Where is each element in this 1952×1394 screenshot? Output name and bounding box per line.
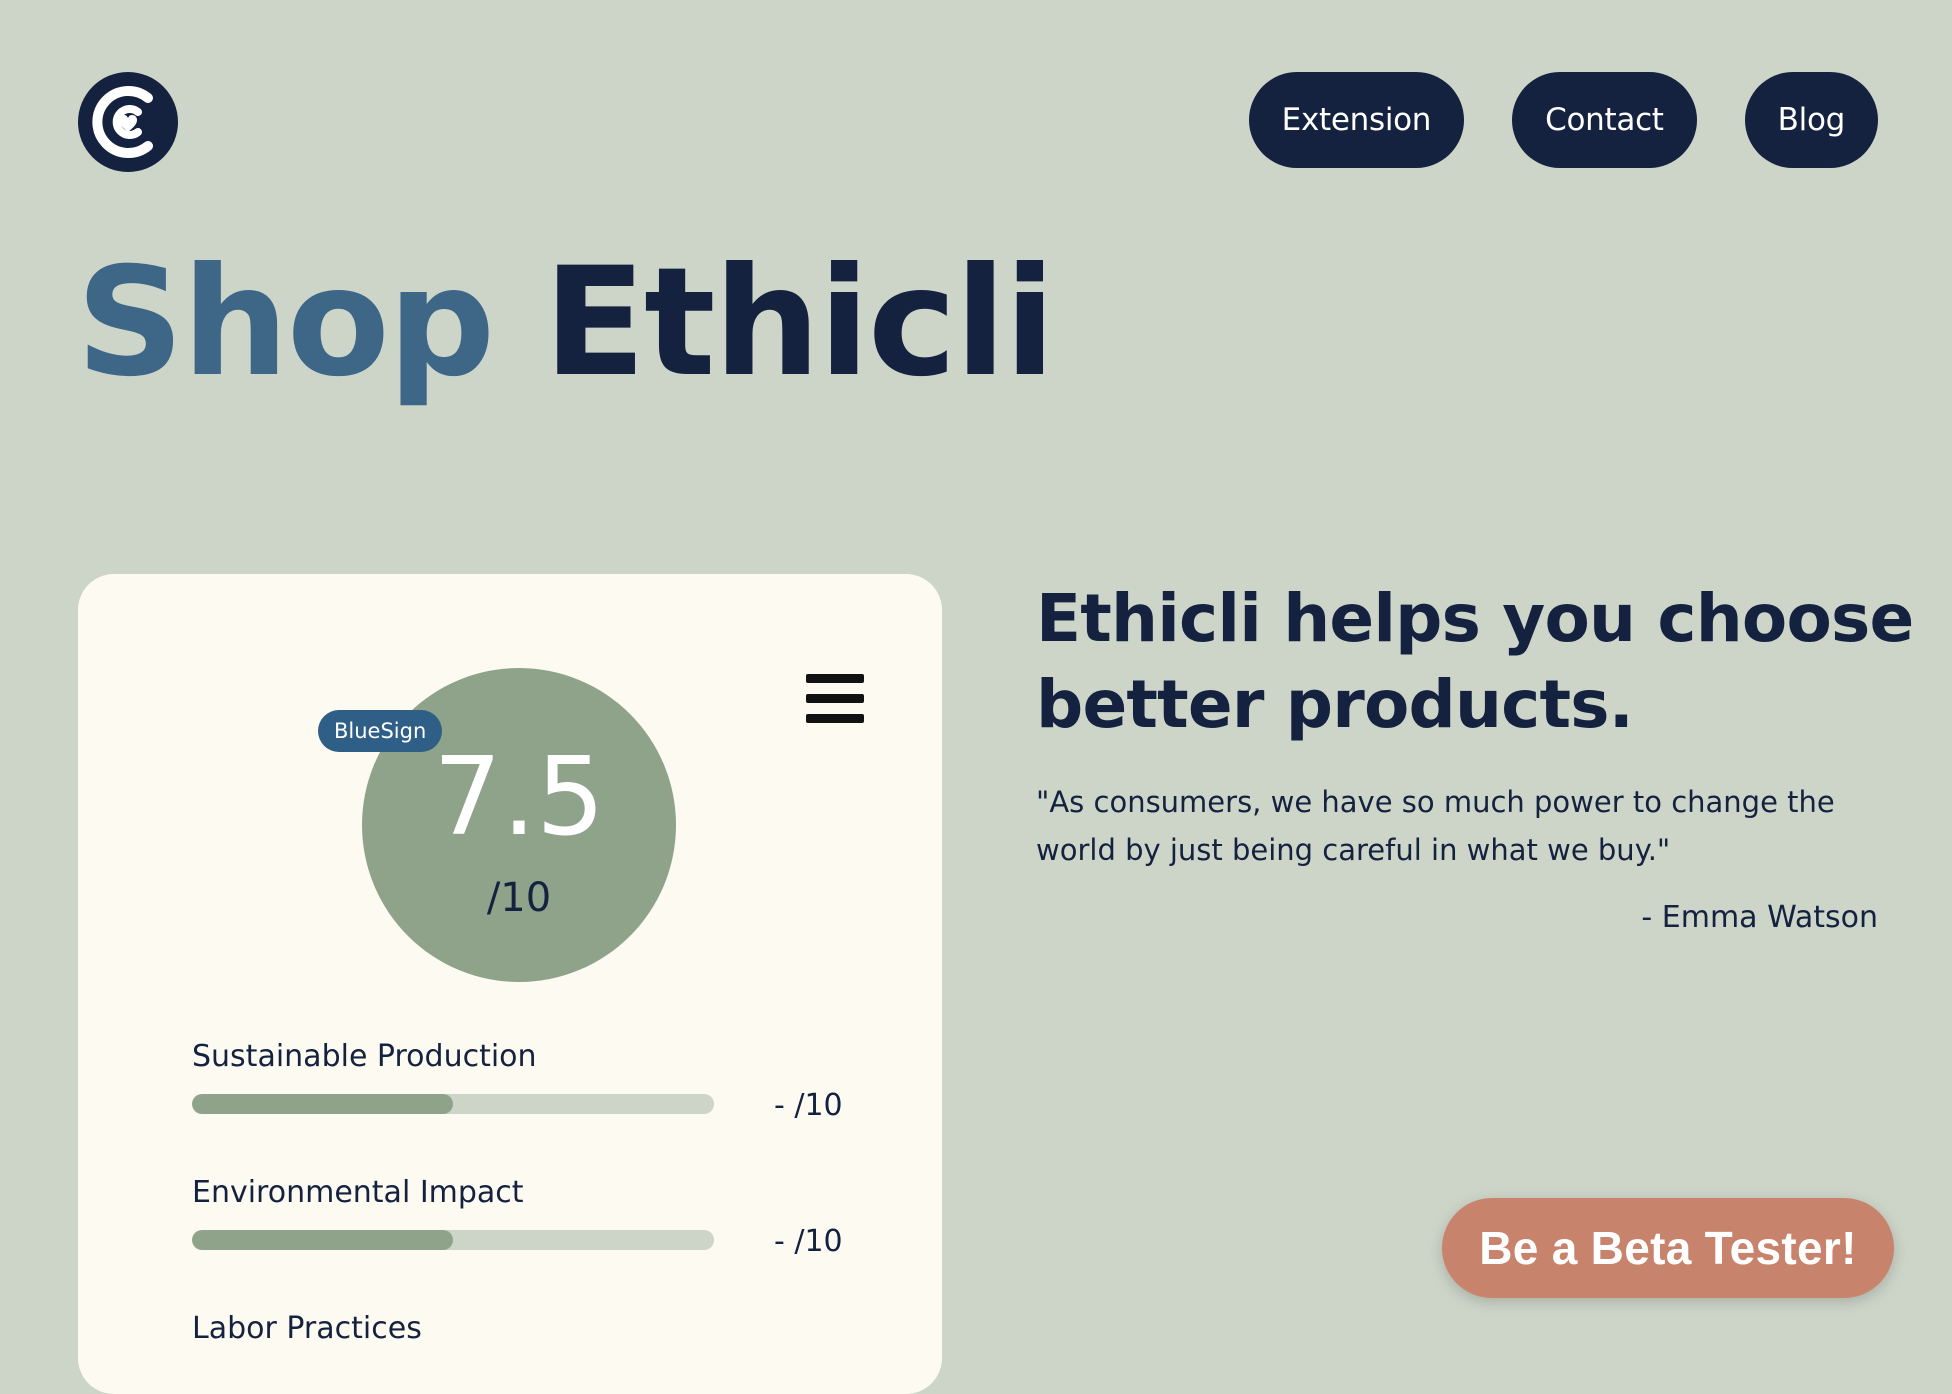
hamburger-menu-icon[interactable] xyxy=(806,674,864,724)
main-nav: Extension Contact Blog xyxy=(1248,72,1878,168)
metric-progress-bar xyxy=(192,1094,714,1114)
metric-score: - /10 xyxy=(774,1224,843,1259)
metric-progress-fill xyxy=(192,1094,453,1114)
metric-progress-bar xyxy=(192,1230,714,1250)
about-headline: Ethicli helps you choose better products… xyxy=(1036,580,1914,743)
hero-title-ethicli: Ethicli xyxy=(543,236,1055,410)
blog-nav-button[interactable]: Blog xyxy=(1744,72,1878,168)
metric-sustainable-production: Sustainable Production - /10 xyxy=(192,1039,892,1123)
product-rating-card: 7.5 /10 BlueSign Sustainable Production … xyxy=(78,574,942,1394)
extension-nav-button[interactable]: Extension xyxy=(1248,72,1465,168)
metric-score: - /10 xyxy=(774,1088,843,1123)
about-quote: "As consumers, we have so much power to … xyxy=(1036,785,1835,867)
quote-author: - Emma Watson xyxy=(1641,900,1878,935)
metric-environmental-impact: Environmental Impact - /10 xyxy=(192,1175,892,1259)
hero-title-shop: Shop xyxy=(76,236,495,410)
ethicli-logo-icon[interactable] xyxy=(78,72,178,172)
overall-score-max: /10 xyxy=(486,875,552,921)
overall-score-value: 7.5 xyxy=(433,735,605,860)
hero-title: Shop Ethicli xyxy=(76,248,1056,398)
metric-label: Labor Practices xyxy=(192,1311,422,1346)
metric-label: Sustainable Production xyxy=(192,1039,537,1074)
metric-progress-fill xyxy=(192,1230,453,1250)
contact-nav-button[interactable]: Contact xyxy=(1512,72,1697,168)
metric-labor-practices: Labor Practices xyxy=(192,1314,892,1344)
beta-tester-button[interactable]: Be a Beta Tester! xyxy=(1442,1198,1894,1298)
certification-badge: BlueSign xyxy=(318,710,443,752)
metric-label: Environmental Impact xyxy=(192,1175,524,1210)
